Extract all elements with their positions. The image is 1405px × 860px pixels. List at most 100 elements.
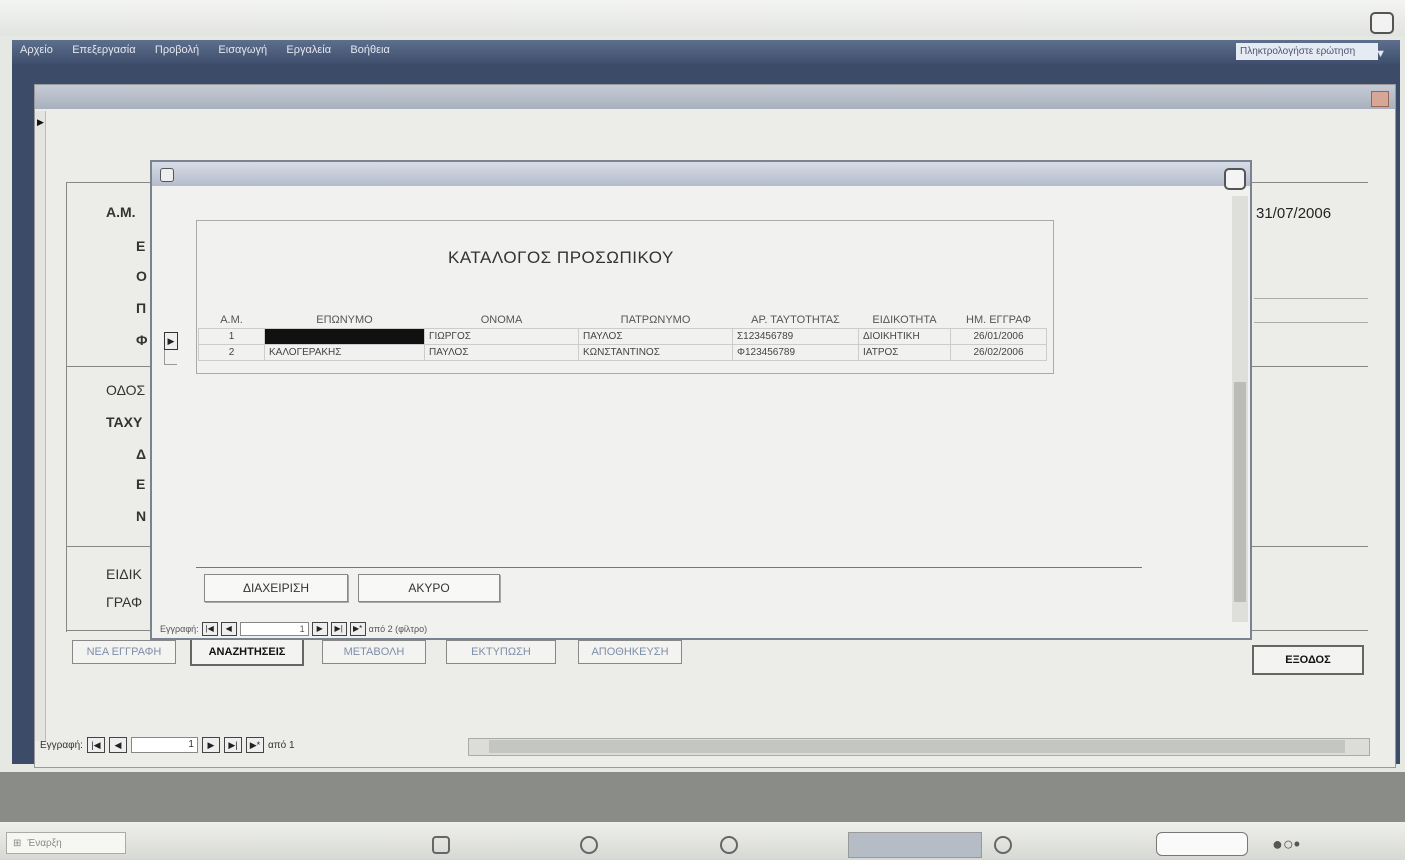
search-button[interactable]: ΑΝΑΖΗΤΗΣΕΙΣ — [190, 638, 304, 666]
registration-date-value: 31/07/2006 — [1256, 205, 1332, 222]
taskbar-app-icon[interactable] — [580, 836, 598, 854]
new-record-button[interactable]: ΝΕΑ ΕΓΓΡΑΦΗ — [72, 640, 176, 664]
previous-record-icon[interactable]: ◀ — [220, 622, 237, 636]
update-button[interactable]: ΜΕΤΑΒΟΛΗ — [322, 640, 426, 664]
menu-view[interactable]: Προβολή — [147, 40, 207, 60]
taskbar-app-icon[interactable] — [994, 836, 1012, 854]
menu-help[interactable]: Βοήθεια — [342, 40, 397, 60]
scrollbar-thumb[interactable] — [489, 740, 1345, 753]
field-label-am: Α.Μ. — [106, 204, 136, 220]
dropdown-arrow-icon[interactable]: ▼ — [1367, 44, 1394, 64]
last-record-icon[interactable]: ▶| — [330, 622, 347, 636]
start-label: Έναρξη — [27, 837, 62, 849]
taskbar-app-icon[interactable] — [432, 836, 450, 854]
menu-insert[interactable]: Εισαγωγή — [210, 40, 275, 60]
column-header[interactable]: ΗΜ. ΕΓΓΡΑΦ — [950, 312, 1047, 329]
record-count-text: από 2 (φίλτρο) — [368, 624, 428, 634]
column-header[interactable]: ΕΙΔΙΚΟΤΗΤΑ — [858, 312, 951, 329]
previous-record-icon[interactable]: ◀ — [108, 737, 127, 753]
current-record-input[interactable]: 1 — [130, 737, 198, 753]
report-title: ΚΑΤΑΛΟΓΟΣ ΠΡΟΣΩΠΙΚΟΥ — [448, 248, 674, 267]
record-label: Εγγραφή: — [160, 624, 199, 634]
windows-logo-icon: ⊞ — [13, 837, 22, 849]
row-selector-arrow-icon[interactable]: ▶ — [164, 332, 178, 350]
divider — [1254, 298, 1368, 299]
scrollbar-thumb[interactable] — [1234, 382, 1246, 602]
cell-am[interactable]: 1 — [198, 328, 265, 345]
menu-bar: Αρχείο Επεξεργασία Προβολή Εισαγωγή Εργα… — [12, 40, 1400, 64]
system-tray[interactable] — [1156, 832, 1248, 856]
field-label-postal: ΤΑΧΥ — [106, 414, 143, 430]
column-header[interactable]: ΟΝΟΜΑ — [424, 312, 579, 329]
field-label-father: Π — [136, 300, 147, 316]
start-button[interactable]: ⊞ Έναρξη — [6, 832, 126, 854]
divider — [1254, 322, 1368, 323]
print-button[interactable]: ΕΚΤΥΠΩΣΗ — [446, 640, 556, 664]
horizontal-scrollbar[interactable] — [468, 738, 1370, 756]
next-record-icon[interactable]: ▶ — [201, 737, 220, 753]
divider — [196, 567, 1142, 568]
save-button[interactable]: ΑΠΟΘΗΚΕΥΣΗ — [578, 640, 682, 664]
window-control-icon[interactable] — [1370, 12, 1394, 34]
current-record-input[interactable]: 1 — [239, 622, 309, 636]
column-header[interactable]: ΕΠΩΝΥΜΟ — [264, 312, 425, 329]
cancel-button[interactable]: ΑΚΥΡΟ — [358, 574, 500, 602]
table-row[interactable]: 2 ΚΑΛΟΓΕΡΑΚΗΣ ΠΑΥΛΟΣ ΚΩΝΣΤΑΝΤΙΝΟΣ Φ12345… — [198, 344, 1047, 361]
main-form-title-bar — [35, 85, 1395, 109]
help-question-input[interactable]: Πληκτρολογήστε ερώτηση — [1236, 43, 1378, 60]
record-arrow-icon: ▶ — [37, 117, 44, 127]
field-label-surname: Ε — [136, 238, 146, 254]
field-label-id: Φ — [136, 332, 148, 348]
taskbar-active-window[interactable] — [848, 832, 982, 858]
table-row[interactable]: 1 ΓΙΩΡΓΟΣ ΠΑΥΛΟΣ Σ123456789 ΔΙΟΙΚΗΤΙΚΗ 2… — [198, 328, 1047, 345]
divider — [66, 182, 67, 632]
cell-specialty[interactable]: ΙΑΤΡΟΣ — [858, 344, 951, 361]
cell-name[interactable]: ΓΙΩΡΓΟΣ — [424, 328, 579, 345]
field-label-d: Δ — [136, 446, 147, 462]
field-label-street: ΟΔΟΣ — [106, 382, 146, 398]
record-count-text: από 1 — [267, 739, 295, 751]
dialog-control-icon[interactable] — [1224, 168, 1246, 190]
column-header[interactable]: Α.Μ. — [198, 312, 265, 329]
cell-surname[interactable]: ΚΑΛΟΓΕΡΑΚΗΣ — [264, 344, 425, 361]
cell-id[interactable]: Φ123456789 — [732, 344, 859, 361]
next-record-icon[interactable]: ▶ — [311, 622, 328, 636]
table-header-row: Α.Μ. ΕΠΩΝΥΜΟ ΟΝΟΜΑ ΠΑΤΡΩΝΥΜΟ ΑΡ. ΤΑΥΤΟΤΗ… — [198, 312, 1047, 329]
cell-date[interactable]: 26/02/2006 — [950, 344, 1047, 361]
status-bar — [0, 772, 1405, 822]
row-selector[interactable] — [164, 350, 177, 365]
cell-name[interactable]: ΠΑΥΛΟΣ — [424, 344, 579, 361]
field-label-n: Ν — [136, 508, 147, 524]
menu-tools[interactable]: Εργαλεία — [278, 40, 339, 60]
cell-id[interactable]: Σ123456789 — [732, 328, 859, 345]
new-record-nav-icon[interactable]: ▶* — [245, 737, 264, 753]
cell-father[interactable]: ΠΑΥΛΟΣ — [578, 328, 733, 345]
column-header[interactable]: ΠΑΤΡΩΝΥΜΟ — [578, 312, 733, 329]
first-record-icon[interactable]: |◀ — [86, 737, 105, 753]
cell-surname-redacted[interactable] — [264, 328, 425, 345]
taskbar-app-icon[interactable] — [720, 836, 738, 854]
tray-status-icon[interactable]: ●○• — [1272, 834, 1300, 855]
menu-file[interactable]: Αρχείο — [12, 40, 61, 60]
app-title-bar — [0, 0, 1405, 36]
field-label-name: Ο — [136, 268, 147, 284]
cell-date[interactable]: 26/01/2006 — [950, 328, 1047, 345]
column-header[interactable]: ΑΡ. ΤΑΥΤΟΤΗΤΑΣ — [732, 312, 859, 329]
last-record-icon[interactable]: ▶| — [223, 737, 242, 753]
exit-button[interactable]: ΕΞΟΔΟΣ — [1252, 645, 1364, 675]
cell-am[interactable]: 2 — [198, 344, 265, 361]
close-icon[interactable] — [1371, 91, 1389, 107]
cell-father[interactable]: ΚΩΝΣΤΑΝΤΙΝΟΣ — [578, 344, 733, 361]
record-selector-bar[interactable] — [35, 111, 46, 741]
first-record-icon[interactable]: |◀ — [201, 622, 218, 636]
vertical-scrollbar[interactable] — [1232, 196, 1248, 622]
dialog-app-icon — [160, 168, 174, 182]
record-label: Εγγραφή: — [40, 739, 83, 751]
manage-button[interactable]: ΔΙΑΧΕΙΡΙΣΗ — [204, 574, 348, 602]
menu-edit[interactable]: Επεξεργασία — [64, 40, 143, 60]
field-label-office: ΓΡΑΦ — [106, 594, 143, 610]
staff-list-dialog: ΚΑΤΑΛΟΓΟΣ ΠΡΟΣΩΠΙΚΟΥ ▶ Α.Μ. ΕΠΩΝΥΜΟ ΟΝΟΜ… — [150, 160, 1252, 640]
cell-specialty[interactable]: ΔΙΟΙΚΗΤΙΚΗ — [858, 328, 951, 345]
main-record-navigator: Εγγραφή: |◀ ◀ 1 ▶ ▶| ▶* από 1 — [40, 736, 295, 754]
new-record-nav-icon[interactable]: ▶* — [349, 622, 366, 636]
